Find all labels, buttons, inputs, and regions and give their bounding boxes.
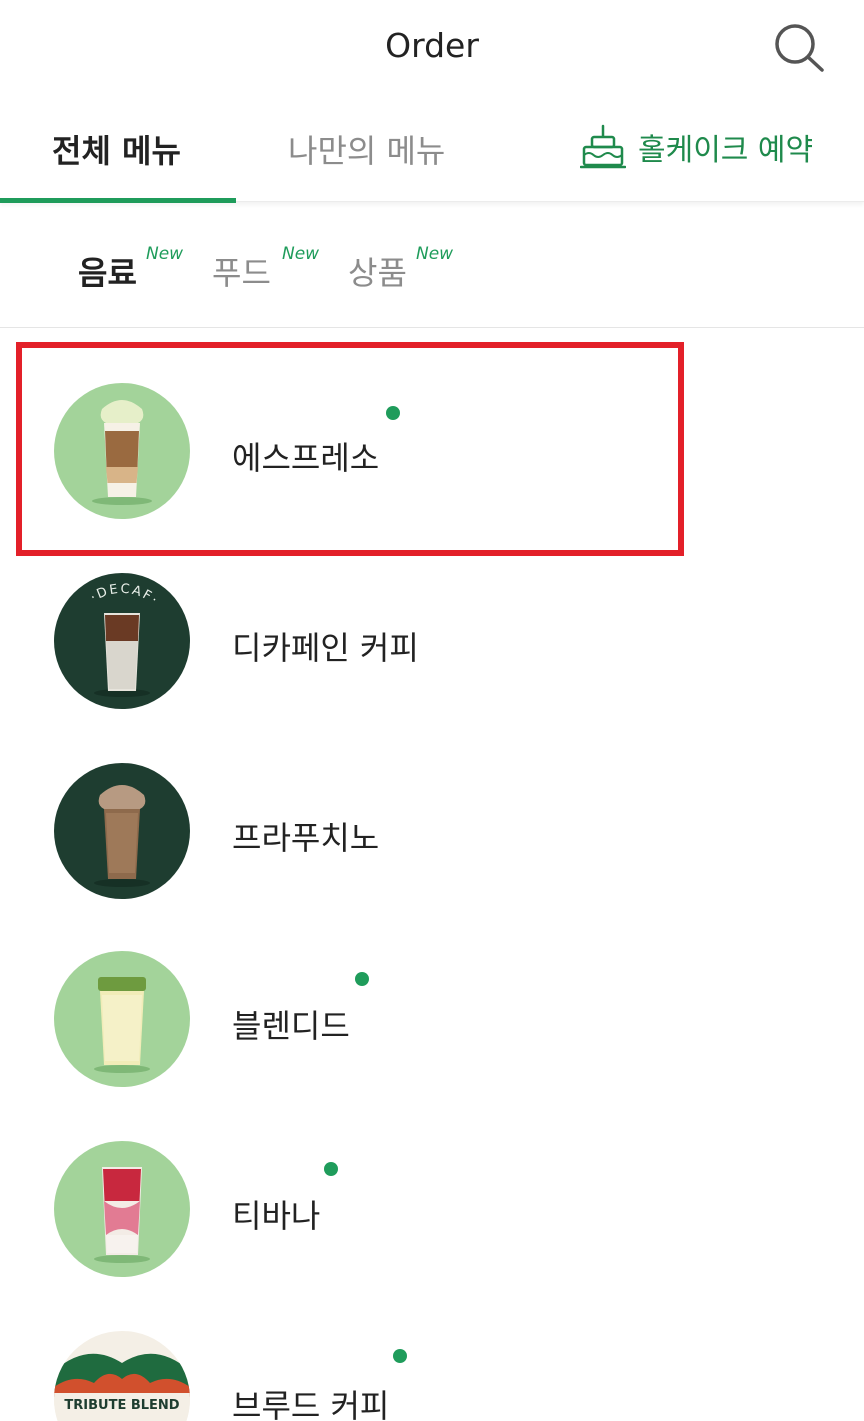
cake-icon — [580, 124, 626, 169]
new-dot — [386, 406, 400, 420]
menu-item-decaf-coffee[interactable]: ·DECAF· 디카페인 커피 — [0, 549, 864, 729]
new-badge: New — [146, 244, 184, 264]
menu-item-thumb — [54, 951, 190, 1087]
menu-item-label: 디카페인 커피 — [232, 629, 419, 667]
new-dot — [393, 1349, 407, 1363]
menu-item-label: 브루드 커피 — [232, 1387, 390, 1421]
new-dot — [324, 1162, 338, 1176]
category-goods-label: 상품 — [348, 254, 407, 292]
tribute-text: TRIBUTE BLEND — [64, 1398, 179, 1413]
menu-item-label: 프라푸치노 — [232, 819, 380, 857]
new-dot — [355, 972, 369, 986]
iced-latte-image — [54, 383, 190, 519]
new-badge: New — [282, 244, 320, 264]
teavana-drink-image — [54, 1141, 190, 1277]
menu-item-espresso[interactable]: 에스프레소 — [0, 359, 864, 539]
blended-drink-image — [54, 951, 190, 1087]
menu-item-label: 에스프레소 — [232, 439, 380, 477]
menu-item-thumb — [54, 383, 190, 519]
menu-item-thumb — [54, 1141, 190, 1277]
tab-all-menu[interactable]: 전체 메뉴 — [52, 126, 181, 172]
category-beverage[interactable]: 음료 New — [78, 244, 183, 294]
decaf-latte-image: ·DECAF· — [54, 573, 190, 709]
new-badge: New — [416, 244, 454, 264]
menu-item-frappuccino[interactable]: 프라푸치노 — [0, 739, 864, 919]
category-food[interactable]: 푸드 New — [212, 244, 319, 294]
menu-item-thumb — [54, 763, 190, 899]
menu-item-label: 티바나 — [232, 1197, 321, 1235]
menu-item-thumb: TRIBUTE BLEND — [54, 1331, 190, 1421]
category-beverage-label: 음료 — [78, 254, 137, 292]
tab-cake-label: 홀케이크 예약 — [638, 133, 814, 168]
frappuccino-image — [54, 763, 190, 899]
page-title: Order — [385, 26, 479, 65]
active-tab-indicator — [0, 198, 236, 203]
top-bar: Order — [0, 0, 864, 96]
category-bar: 음료 New 푸드 New 상품 New — [0, 204, 864, 328]
menu-item-label: 블렌디드 — [232, 1007, 350, 1045]
tribute-blend-image: TRIBUTE BLEND — [54, 1331, 190, 1421]
menu-tabs: 전체 메뉴 나만의 메뉴 홀케이크 예약 — [0, 96, 864, 203]
tab-my-menu[interactable]: 나만의 메뉴 — [288, 126, 445, 172]
tab-whole-cake-reservation[interactable]: 홀케이크 예약 — [580, 122, 813, 172]
menu-list[interactable]: 에스프레소 ·DECAF· 디카페인 커피 프라푸치노 블렌디드 티바나 TRI… — [0, 329, 864, 1421]
search-button[interactable] — [770, 20, 830, 76]
menu-item-teavana[interactable]: 티바나 — [0, 1117, 864, 1297]
menu-item-blended[interactable]: 블렌디드 — [0, 927, 864, 1107]
menu-item-brewed-coffee[interactable]: TRIBUTE BLEND 브루드 커피 — [0, 1307, 864, 1421]
search-icon — [775, 24, 824, 72]
menu-item-thumb: ·DECAF· — [54, 573, 190, 709]
category-food-label: 푸드 — [212, 254, 271, 292]
category-goods[interactable]: 상품 New — [348, 244, 453, 294]
